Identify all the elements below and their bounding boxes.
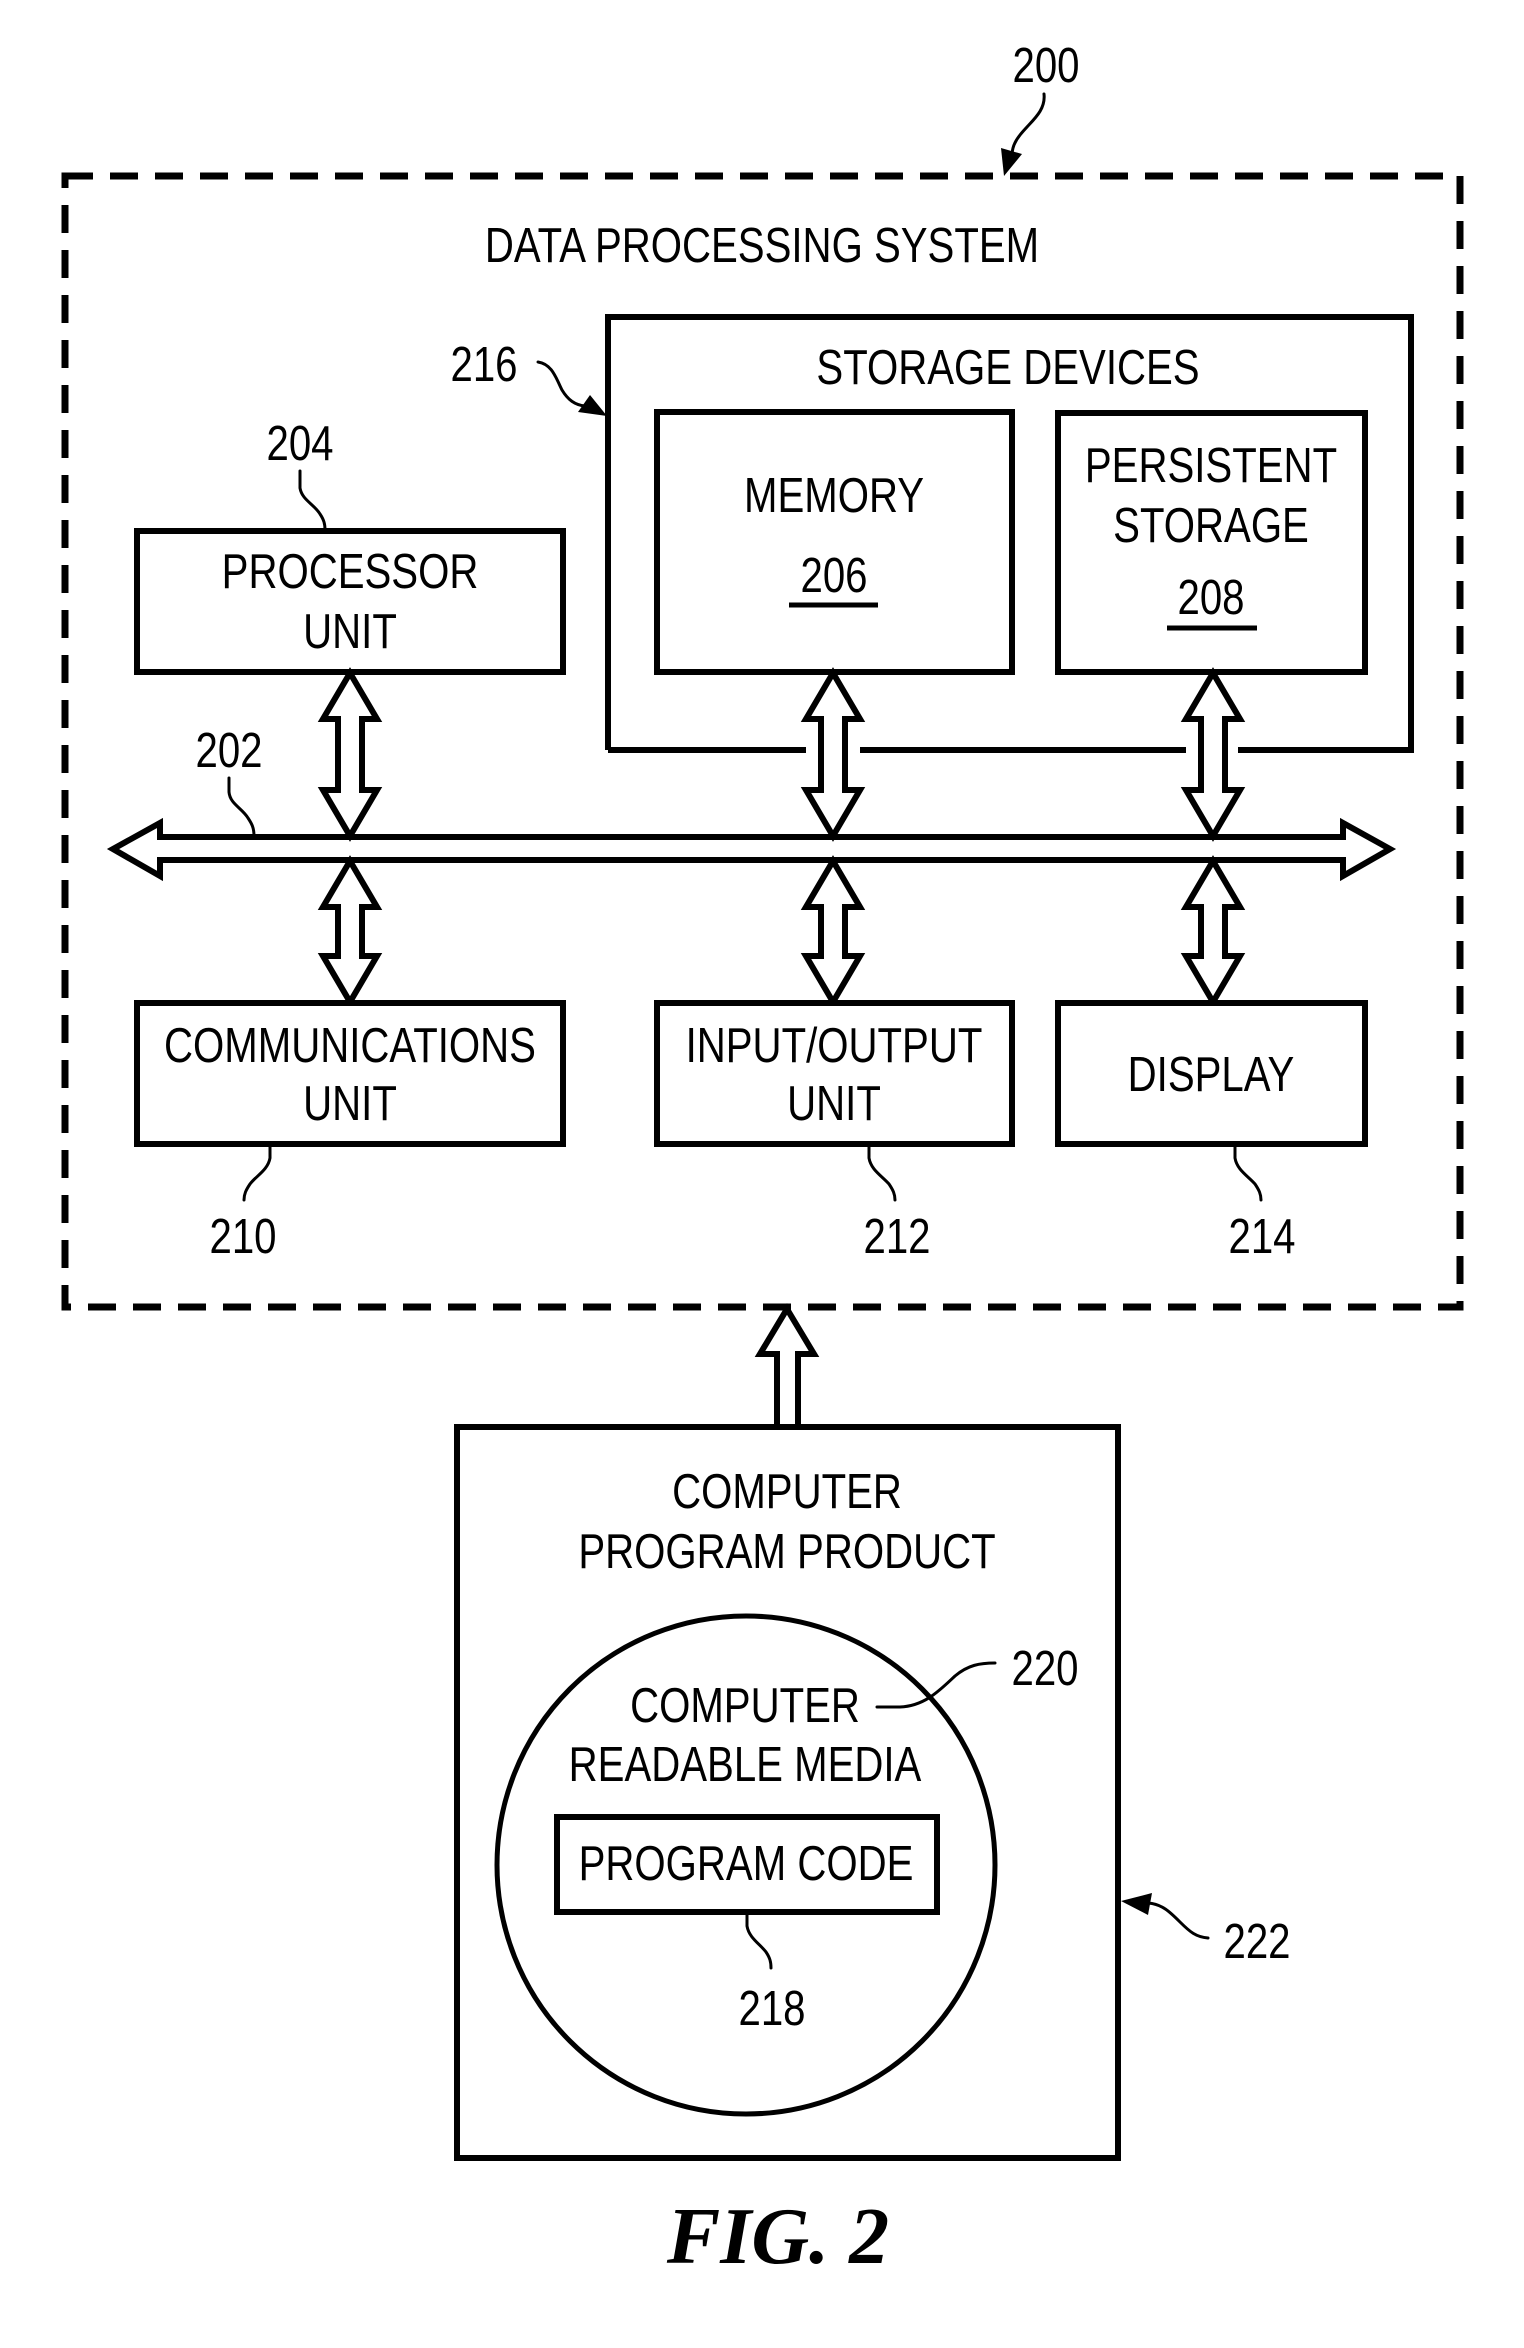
processor-unit-label-line2: UNIT xyxy=(303,604,397,659)
processor-bus-connector-arrow xyxy=(317,667,383,842)
system-title: DATA PROCESSING SYSTEM xyxy=(485,218,1039,273)
memory-box xyxy=(654,409,1015,675)
ref-212-leader xyxy=(867,1145,897,1202)
ref-214-label: 214 xyxy=(1228,1209,1295,1264)
computer-program-product-label-line2: PROGRAM PRODUCT xyxy=(578,1524,995,1579)
communications-unit-label-line1: COMMUNICATIONS xyxy=(164,1018,536,1073)
computer-program-product-label-line1: COMPUTER xyxy=(672,1464,902,1519)
ref-200-leader xyxy=(1010,92,1046,160)
communications-bus-connector-arrow xyxy=(317,855,383,1008)
computer-readable-media-label-line1: COMPUTER xyxy=(630,1678,860,1733)
ref-220-label: 220 xyxy=(1011,1641,1078,1696)
communications-unit-label-line2: UNIT xyxy=(303,1076,397,1131)
ref-216-leader xyxy=(536,360,587,408)
patent-figure: 200 DATA PROCESSING SYSTEM STORAGE DEVIC… xyxy=(61,38,1464,2281)
memory-bus-connector-arrow xyxy=(800,667,866,842)
ref-222-label: 222 xyxy=(1223,1914,1290,1969)
ref-204-leader xyxy=(298,469,327,532)
ref-202-leader xyxy=(227,776,256,838)
io-unit-label-line2: UNIT xyxy=(787,1076,881,1131)
storage-devices-title: STORAGE DEVICES xyxy=(816,340,1199,395)
ref-212-label: 212 xyxy=(863,1209,930,1264)
ref-200-label: 200 xyxy=(1012,38,1079,93)
ref-216-label: 216 xyxy=(450,337,517,392)
system-bus-arrow xyxy=(106,817,1397,882)
ref-204-label: 204 xyxy=(266,416,333,471)
ref-222-leader xyxy=(1146,1901,1210,1940)
io-bus-connector-arrow xyxy=(800,855,866,1008)
persistent-storage-label-line1: PERSISTENT xyxy=(1085,438,1337,493)
figure-caption: FIG. 2 xyxy=(666,2193,889,2281)
ref-210-label: 210 xyxy=(209,1209,276,1264)
program-code-label: PROGRAM CODE xyxy=(579,1836,914,1891)
display-bus-connector-arrow xyxy=(1180,855,1246,1008)
ref-200-arrowhead xyxy=(1001,148,1022,176)
computer-readable-media-label-line2: READABLE MEDIA xyxy=(569,1737,922,1792)
memory-ref: 206 xyxy=(800,548,867,603)
persistent-storage-ref: 208 xyxy=(1177,570,1244,625)
ref-218-label: 218 xyxy=(738,1981,805,2036)
load-arrow-up xyxy=(754,1303,820,1430)
ref-214-leader xyxy=(1233,1145,1263,1202)
processor-unit-label-line1: PROCESSOR xyxy=(222,544,479,599)
io-unit-label-line1: INPUT/OUTPUT xyxy=(686,1018,983,1073)
ref-202-label: 202 xyxy=(195,723,262,778)
persistent-storage-bus-connector-arrow xyxy=(1180,667,1246,842)
persistent-storage-label-line2: STORAGE xyxy=(1113,498,1309,553)
memory-label: MEMORY xyxy=(744,468,924,523)
ref-210-leader xyxy=(242,1145,272,1202)
display-label: DISPLAY xyxy=(1128,1047,1295,1102)
